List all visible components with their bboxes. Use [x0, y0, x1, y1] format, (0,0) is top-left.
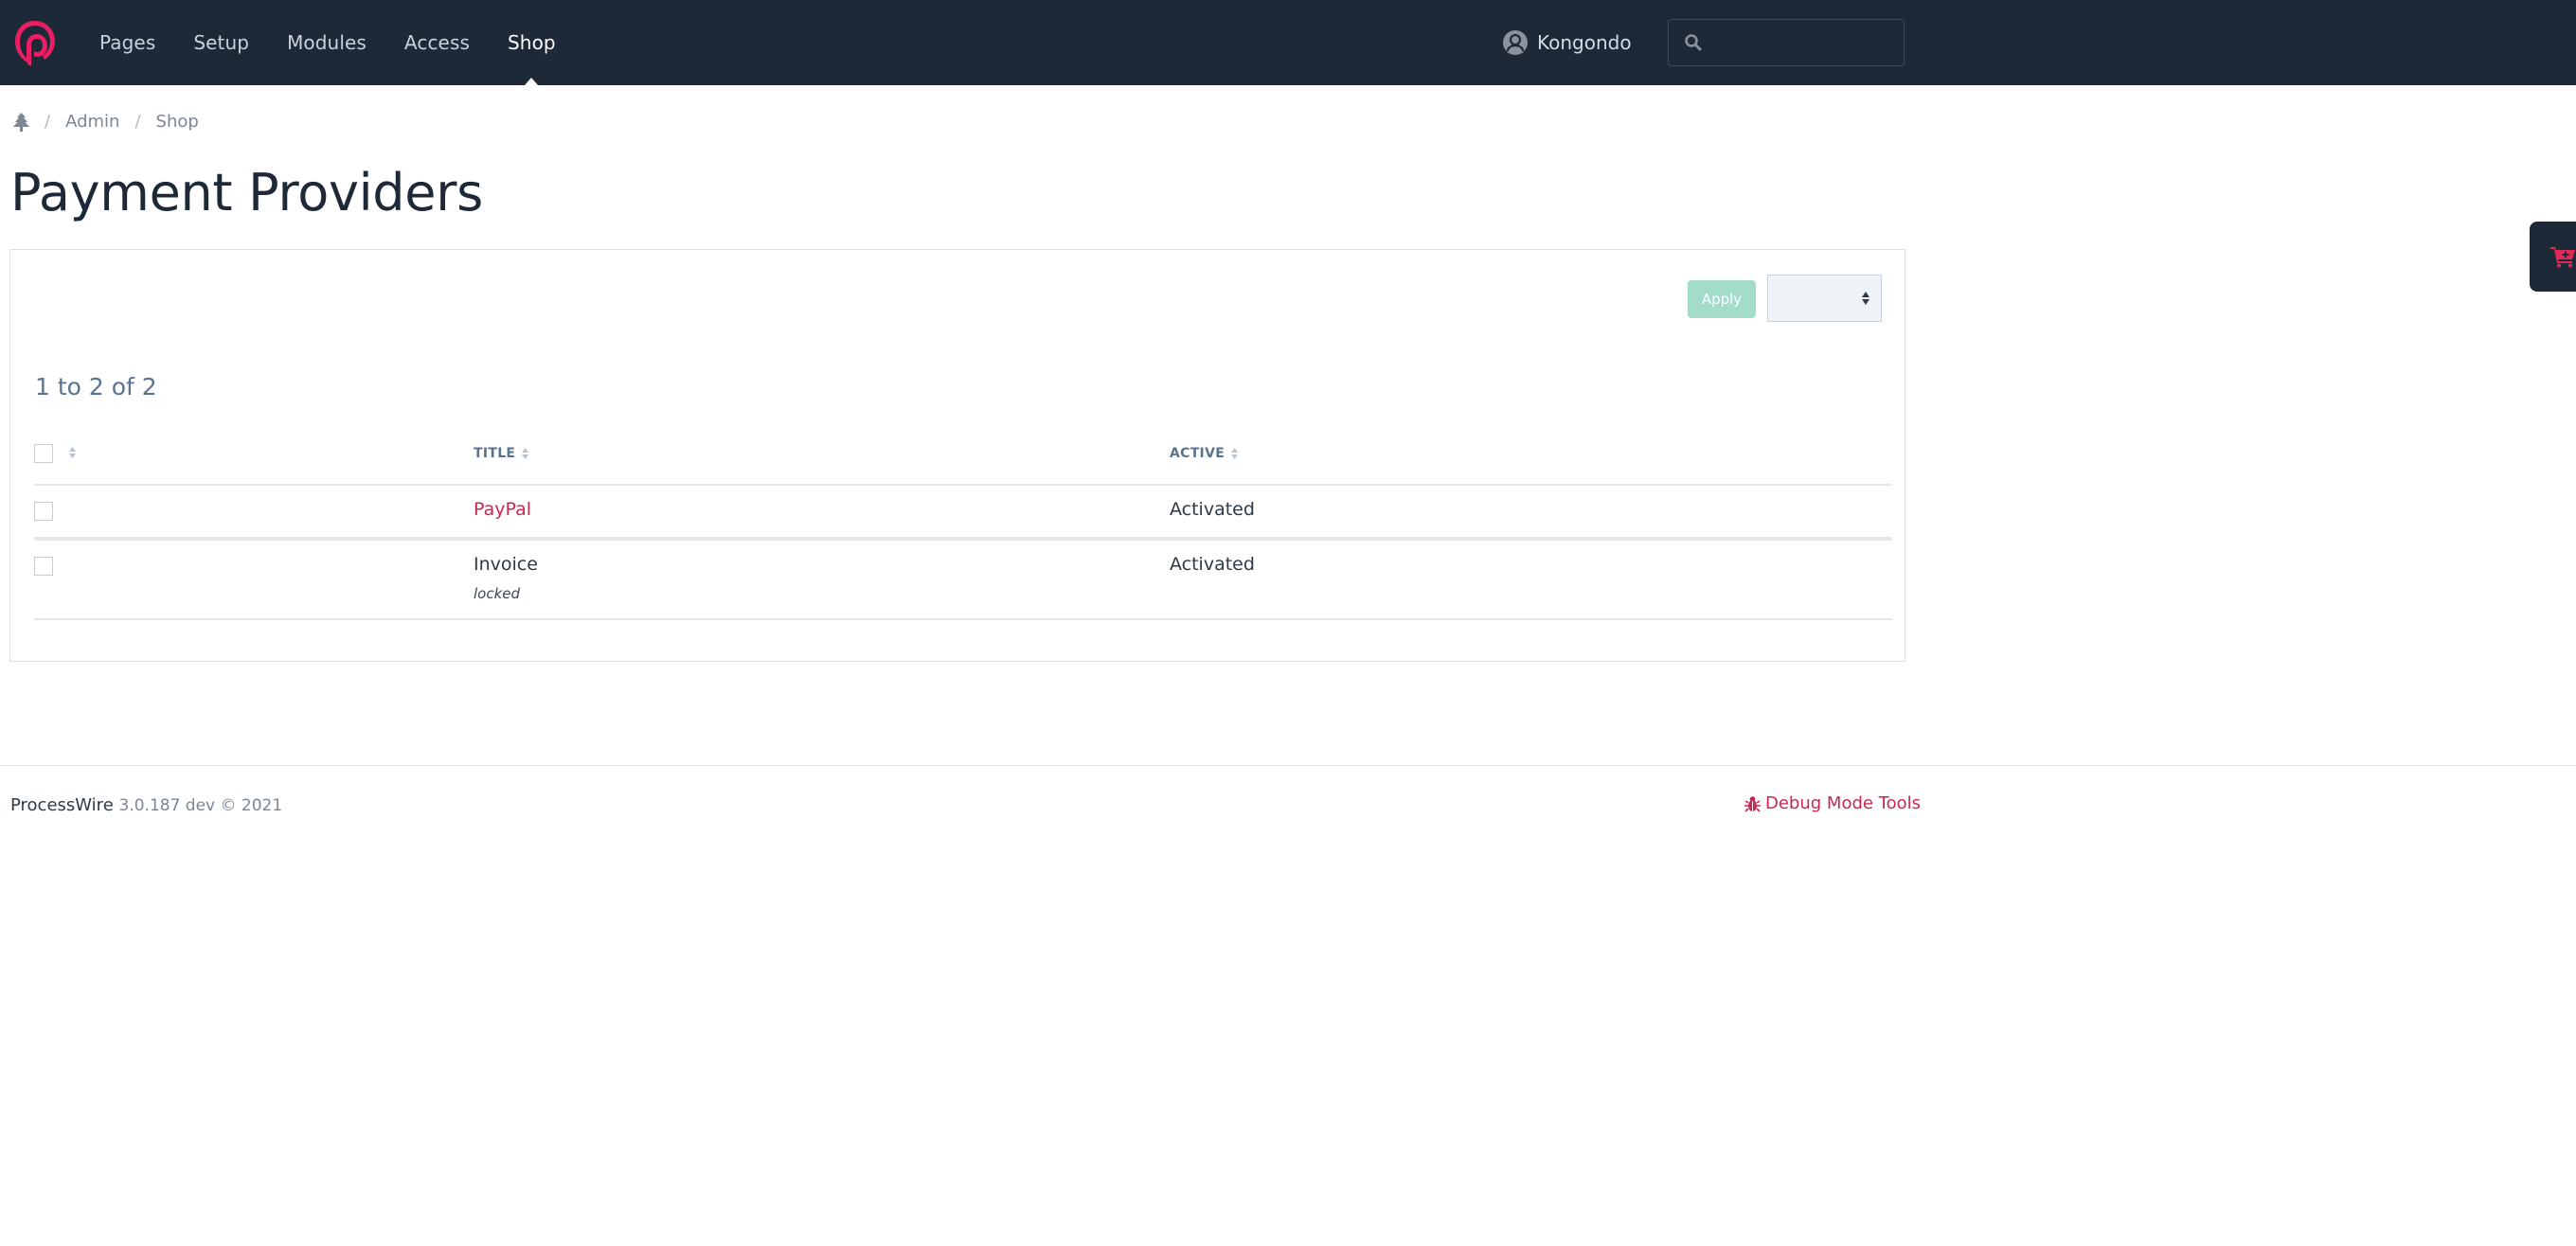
search-icon — [1685, 34, 1702, 51]
provider-title-link[interactable]: PayPal — [474, 499, 531, 520]
nav-item-setup[interactable]: Setup — [193, 0, 249, 85]
column-header-active[interactable]: ACTIVE — [1170, 446, 1239, 461]
processwire-logo-icon[interactable] — [11, 17, 59, 68]
tree-icon[interactable] — [13, 112, 29, 132]
bulk-action-select[interactable] — [1767, 275, 1882, 322]
bug-icon — [1744, 795, 1761, 812]
debug-mode-tools-link[interactable]: Debug Mode Tools — [1744, 793, 1921, 813]
providers-table: TITLE ACTIVE PayPal Activated Invoice lo… — [34, 425, 1892, 620]
sort-icon — [1231, 448, 1239, 459]
select-arrows-icon — [1862, 292, 1869, 305]
user-name: Kongondo — [1537, 31, 1632, 54]
table-row: PayPal Activated — [34, 486, 1892, 541]
footer-brand[interactable]: ProcessWire — [10, 795, 114, 815]
nav-item-pages[interactable]: Pages — [99, 0, 155, 85]
sort-icon — [69, 447, 76, 458]
footer-divider — [0, 765, 2576, 766]
provider-active-status: Activated — [1170, 499, 1255, 520]
select-all-checkbox[interactable] — [34, 444, 53, 463]
breadcrumb-admin[interactable]: Admin — [65, 112, 119, 132]
provider-active-status: Activated — [1170, 554, 1255, 575]
breadcrumb: / Admin / Shop — [13, 112, 199, 132]
page-title: Payment Providers — [10, 163, 483, 222]
providers-panel: Apply 1 to 2 of 2 TITLE ACTIVE PayPal Ac… — [9, 249, 1905, 662]
cart-plus-icon — [2550, 247, 2575, 268]
column-header-select[interactable] — [63, 446, 77, 459]
locked-note: locked — [474, 585, 521, 602]
nav-item-modules[interactable]: Modules — [287, 0, 367, 85]
breadcrumb-shop[interactable]: Shop — [156, 112, 199, 132]
main-nav: Pages Setup Modules Access Shop — [99, 0, 594, 85]
table-row: Invoice locked Activated — [34, 541, 1892, 620]
row-checkbox[interactable] — [34, 502, 53, 521]
apply-button[interactable]: Apply — [1688, 280, 1756, 318]
provider-title: Invoice — [474, 554, 538, 575]
debug-mode-tools-label: Debug Mode Tools — [1765, 793, 1922, 813]
shop-quick-cart-tab[interactable] — [2530, 222, 2576, 292]
masthead: Pages Setup Modules Access Shop Kongondo — [0, 0, 2576, 85]
column-label: ACTIVE — [1170, 446, 1225, 461]
nav-item-shop[interactable]: Shop — [508, 0, 556, 85]
search-input[interactable] — [1712, 32, 1892, 53]
column-header-title[interactable]: TITLE — [474, 446, 529, 461]
sort-icon — [522, 448, 529, 459]
footer-info: ProcessWire 3.0.187 dev © 2021 — [10, 795, 282, 815]
search-box[interactable] — [1668, 19, 1905, 66]
breadcrumb-separator: / — [134, 112, 141, 132]
user-menu[interactable]: Kongondo — [1502, 0, 1632, 85]
breadcrumb-separator: / — [45, 112, 51, 132]
user-circle-icon — [1503, 30, 1528, 55]
row-checkbox[interactable] — [34, 557, 53, 576]
table-header: TITLE ACTIVE — [34, 425, 1892, 486]
results-count: 1 to 2 of 2 — [35, 373, 157, 400]
footer-version: 3.0.187 dev © 2021 — [118, 796, 283, 815]
nav-item-access[interactable]: Access — [404, 0, 470, 85]
column-label: TITLE — [474, 446, 516, 461]
